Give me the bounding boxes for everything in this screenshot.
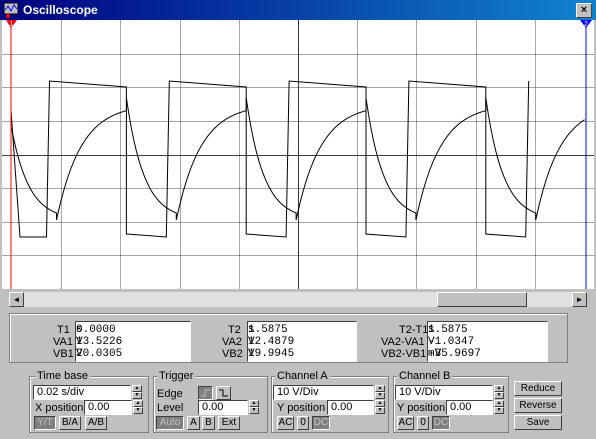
channel-b-dc-button[interactable]: DC	[432, 416, 450, 430]
t2-t1-unit: s	[428, 324, 435, 336]
trigger-level-spinner[interactable]: ▲ ▼	[249, 400, 259, 415]
trigger-legend: Trigger	[157, 370, 196, 382]
edge-label: Edge	[157, 388, 183, 400]
x-position-spinner[interactable]: ▲ ▼	[133, 400, 143, 415]
vb1-unit: V	[76, 348, 83, 360]
x-position-label: X position	[35, 402, 84, 414]
va1-label: VA1	[53, 336, 73, 348]
channel-b-ypos-label: Y position	[397, 402, 446, 414]
channel-a-trace	[10, 80, 530, 238]
t1-unit: s	[76, 324, 83, 336]
t2-unit: s	[248, 324, 255, 336]
vb2-vb1-label: VB2-VB1	[381, 348, 427, 360]
channel-b-legend: Channel B	[397, 370, 453, 382]
trigger-level-field[interactable]: 0.00	[198, 400, 248, 415]
window-title: Oscilloscope	[23, 3, 98, 17]
va2-va1-label: VA2-VA1	[381, 336, 425, 348]
mode-yt-button[interactable]: Y/T	[34, 416, 56, 430]
cursor-1-label: 1	[10, 21, 14, 28]
mode-ba-button[interactable]: B/A	[59, 416, 81, 430]
channel-a-ypos-spinner[interactable]: ▲ ▼	[375, 400, 385, 415]
vb1-label: VB1	[53, 348, 74, 360]
va2-label: VA2	[222, 336, 242, 348]
channel-a-group: Channel A 10 V/Div ▲ ▼ Y position 0.00 ▲ ▼…	[271, 370, 389, 433]
difference-readout: 1.5875 s -1.0347 V -35.9697 mV	[427, 321, 548, 362]
cursor2-readout: 1.5875 s 12.4879 V 19.9945 V	[247, 321, 357, 362]
vb2-vb1-unit: mV	[428, 348, 442, 360]
grid	[2, 20, 594, 289]
scroll-thumb[interactable]	[437, 292, 527, 307]
channel-a-zero-button[interactable]: 0	[297, 416, 309, 430]
trigger-group: Trigger Edge Level 0.00 ▲ ▼ Auto A B Ext	[153, 370, 268, 433]
channel-a-scale-spinner[interactable]: ▲ ▼	[375, 385, 385, 400]
channel-b-group: Channel B 10 V/Div ▲ ▼ Y position 0.00 ▲ ▼…	[393, 370, 509, 433]
channel-a-ac-button[interactable]: AC	[277, 416, 294, 430]
channel-a-ypos-field[interactable]: 0.00	[327, 400, 374, 415]
readout-panel: T1 VA1 VB1 0.0000 s 13.5226 V 20.0305 V …	[9, 313, 568, 363]
channel-a-ypos-label: Y position	[277, 402, 326, 414]
channel-a-legend: Channel A	[275, 370, 330, 382]
cursor1-readout: 0.0000 s 13.5226 V 20.0305 V	[75, 321, 191, 362]
title-bar: Oscilloscope ×	[0, 0, 596, 20]
save-button[interactable]: Save	[514, 415, 562, 430]
scroll-right-button[interactable]: ►	[572, 292, 587, 307]
channel-b-zero-button[interactable]: 0	[417, 416, 429, 430]
t2-label: T2	[228, 324, 241, 336]
reduce-button[interactable]: Reduce	[514, 381, 562, 396]
trigger-auto-button[interactable]: Auto	[156, 416, 184, 430]
close-button[interactable]: ×	[576, 3, 592, 18]
timebase-legend: Time base	[35, 370, 90, 382]
level-label: Level	[157, 402, 184, 414]
mode-ab-button[interactable]: A/B	[85, 416, 107, 430]
channel-b-ypos-spinner[interactable]: ▲ ▼	[494, 400, 504, 415]
scroll-left-button[interactable]: ◄	[9, 292, 24, 307]
waveform-display: 1 2	[2, 20, 594, 289]
falling-edge-icon[interactable]	[216, 386, 231, 400]
va2-va1-unit: V	[428, 336, 435, 348]
va1-unit: V	[76, 336, 83, 348]
vb2-unit: V	[248, 348, 255, 360]
channel-a-scale-field[interactable]: 10 V/Div	[273, 385, 374, 400]
vb2-label: VB2	[222, 348, 243, 360]
horizontal-scrollbar[interactable]: ◄ ►	[9, 292, 587, 307]
channel-b-scale-field[interactable]: 10 V/Div	[395, 385, 493, 400]
reverse-button[interactable]: Reverse	[514, 398, 562, 413]
t2-t1-label: T2-T1	[399, 324, 429, 336]
trigger-b-button[interactable]: B	[202, 416, 215, 430]
trigger-a-button[interactable]: A	[187, 416, 200, 430]
timebase-scale-spinner[interactable]: ▲ ▼	[132, 385, 142, 400]
timebase-scale-field[interactable]: 0.02 s/div	[33, 385, 131, 400]
oscilloscope-app-icon	[3, 2, 19, 18]
x-position-field[interactable]: 0.00	[84, 400, 132, 415]
channel-b-ac-button[interactable]: AC	[397, 416, 414, 430]
t1-label: T1	[57, 324, 70, 336]
channel-b-scale-spinner[interactable]: ▲ ▼	[494, 385, 504, 400]
channel-a-dc-button[interactable]: DC	[312, 416, 330, 430]
oscilloscope-screen: 1 2	[2, 20, 594, 289]
rising-edge-icon[interactable]	[198, 386, 213, 400]
channel-b-ypos-field[interactable]: 0.00	[446, 400, 493, 415]
trigger-ext-button[interactable]: Ext	[218, 416, 240, 430]
timebase-group: Time base 0.02 s/div ▲ ▼ X position 0.00 …	[29, 370, 149, 433]
va2-unit: V	[248, 336, 255, 348]
cursor-2-label: 2	[584, 21, 588, 28]
